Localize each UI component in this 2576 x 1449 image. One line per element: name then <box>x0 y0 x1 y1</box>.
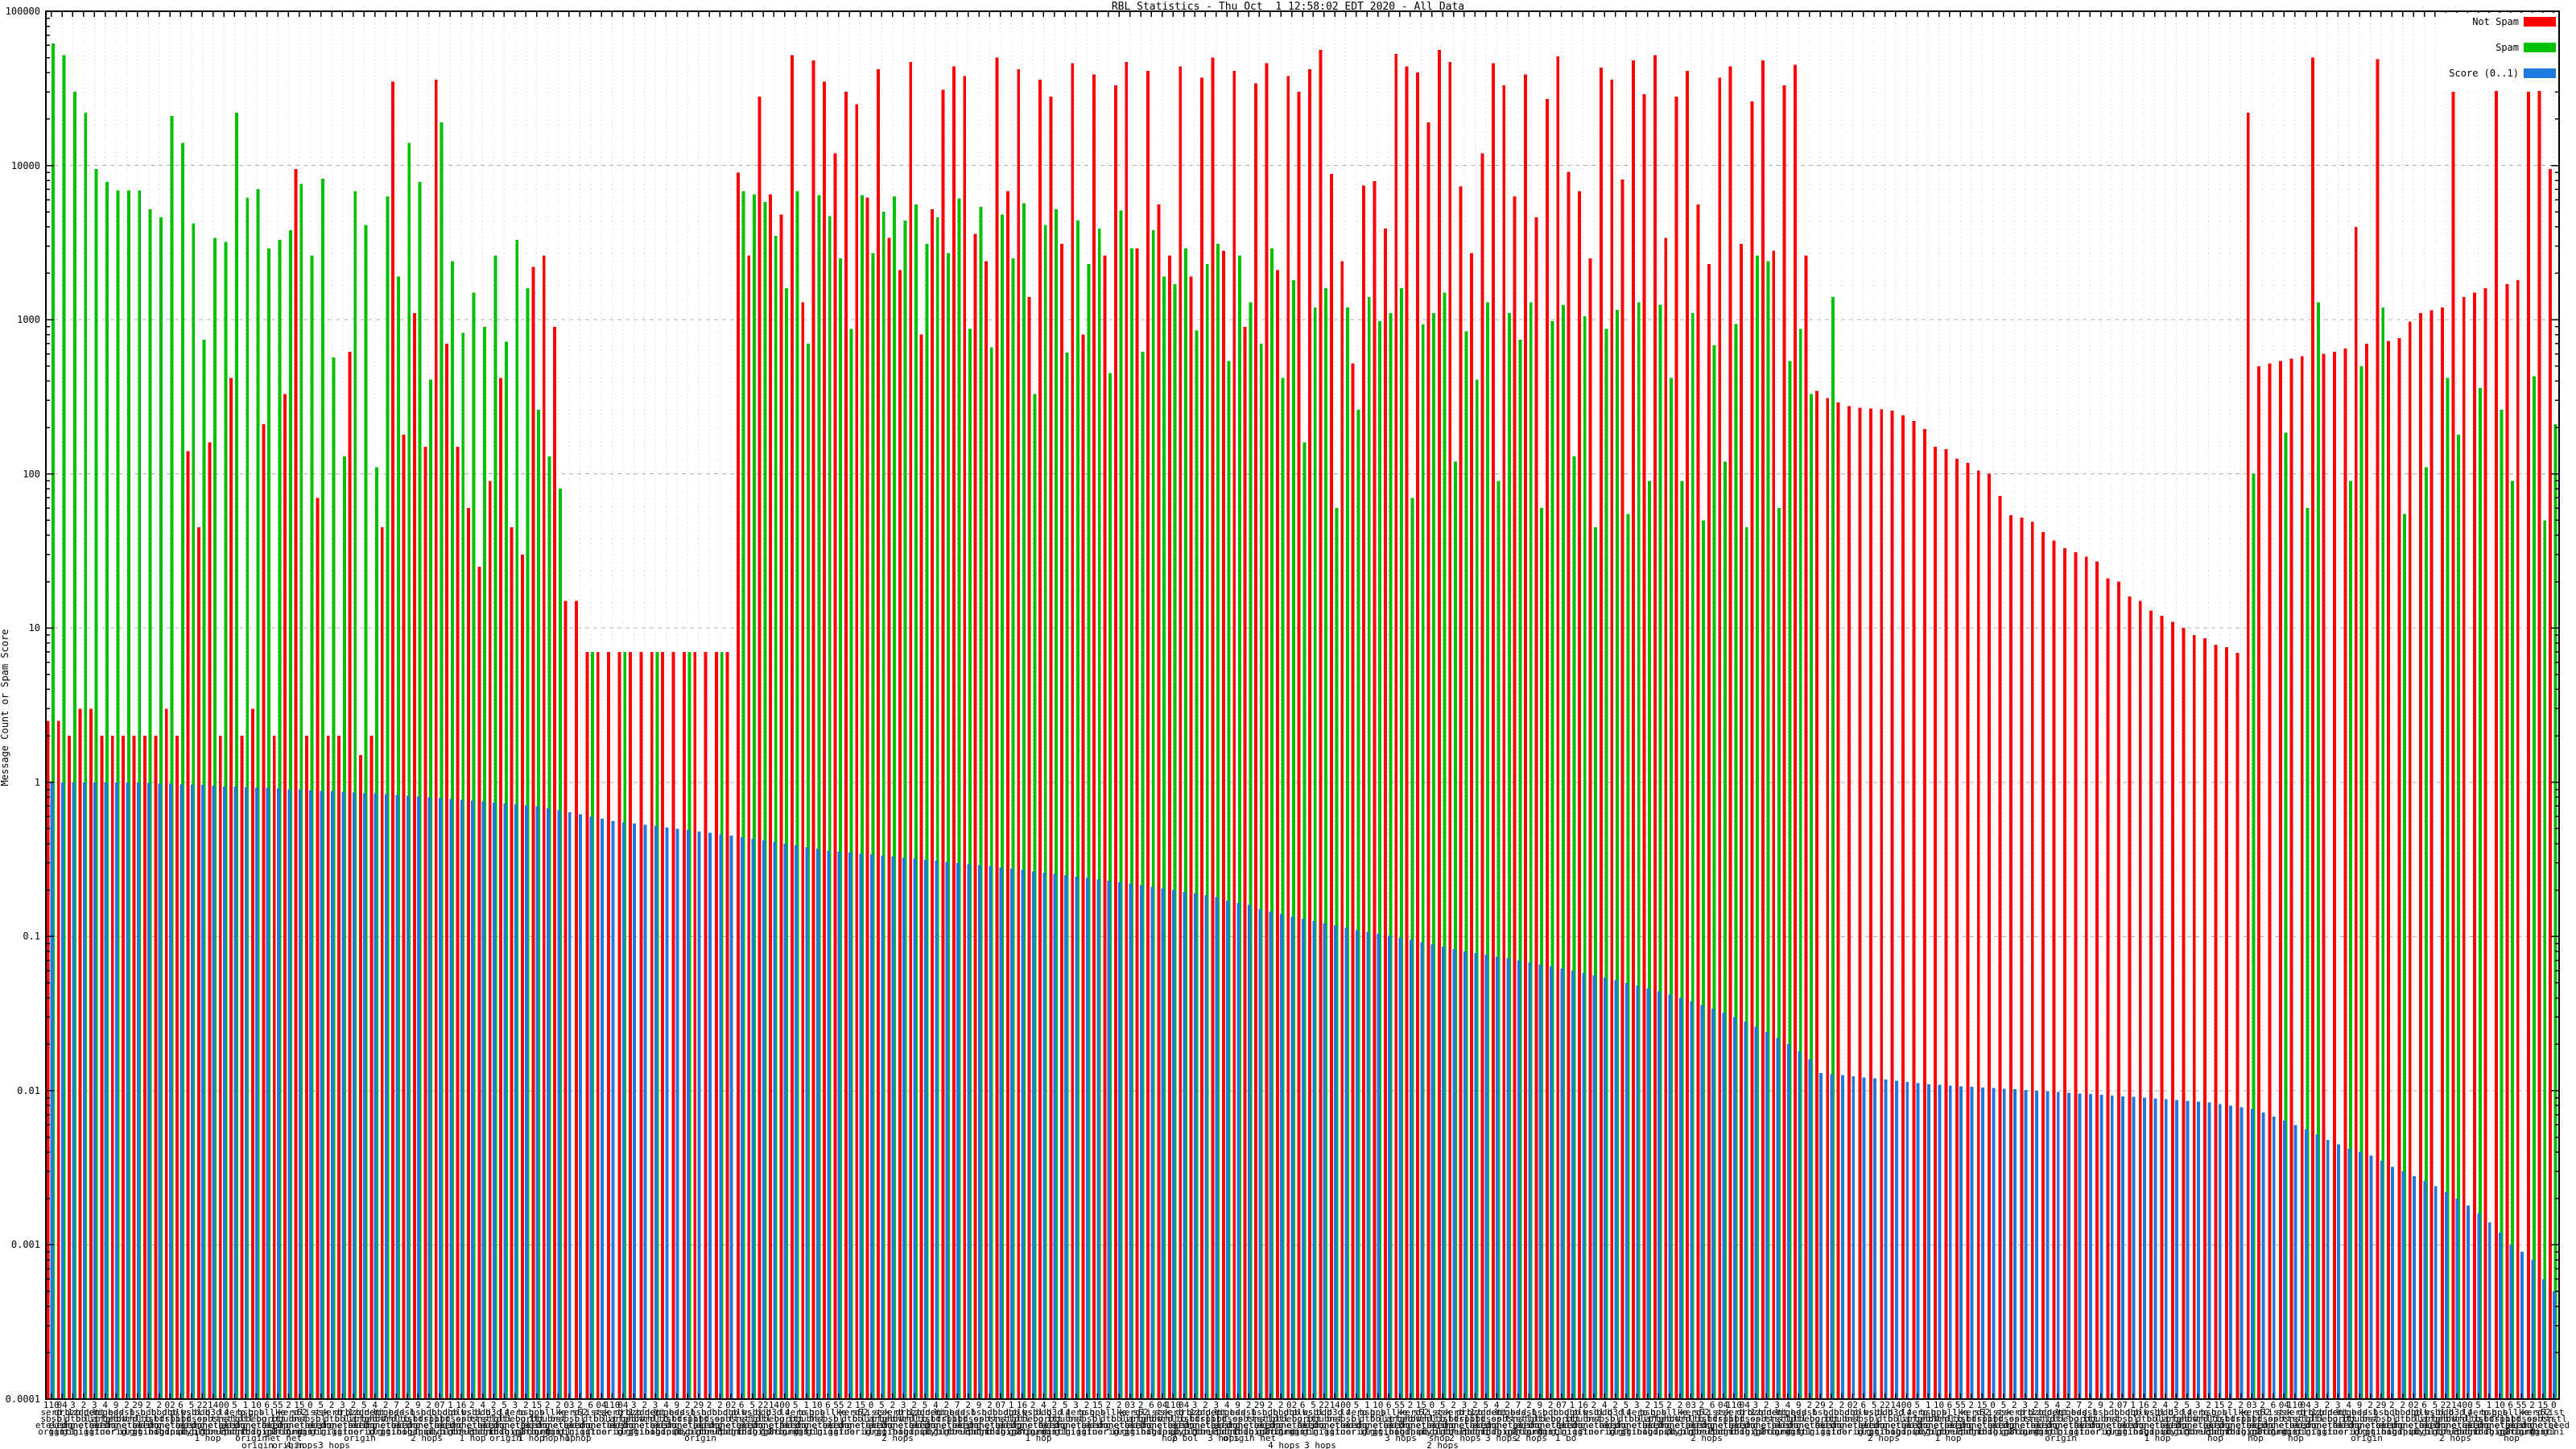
legend-swatch-not-spam <box>2524 17 2556 27</box>
x-label-readable: origin <box>684 1433 716 1443</box>
legend-swatch-score <box>2524 68 2556 78</box>
x-label-readable: 2 hops <box>1449 1433 1481 1443</box>
x-label-readable: 2 hops <box>1515 1433 1547 1443</box>
x-label-readable: 1 hop <box>2144 1433 2171 1443</box>
x-label-readable: 1 hop <box>194 1433 221 1443</box>
x-label-readable: 2 hops <box>411 1433 443 1443</box>
x-label-readable: hop <box>2288 1433 2304 1443</box>
x-label-readable: origin <box>489 1433 522 1443</box>
y-tick-label: 0.1 <box>23 931 40 943</box>
x-label-readable: 2 hops <box>1868 1433 1900 1443</box>
x-label-readable: 3 hops <box>1385 1433 1417 1443</box>
x-label-readable: 2 hops <box>1690 1433 1723 1443</box>
x-label-readable: 1 hop <box>1934 1433 1962 1443</box>
y-tick-label: 100000 <box>5 6 40 17</box>
x-label-readable: origin <box>242 1440 274 1449</box>
x-label-readable: 3 hops <box>1485 1433 1517 1443</box>
x-label-readable: 1 hop <box>518 1433 545 1443</box>
y-axis-label: Message Count or Spam Score <box>0 629 10 786</box>
y-tick-label: 10000 <box>10 159 40 171</box>
legend-swatch-spam <box>2524 43 2556 52</box>
legend-item-score: Score (0..1) <box>2449 68 2556 79</box>
x-label-readable: 1 hop <box>1025 1433 1052 1443</box>
rbl-statistics-chart: RBL Statistics - Thu Oct 1 12:58:02 EDT … <box>0 0 2576 1449</box>
y-tick-label: 1000 <box>17 314 40 326</box>
x-label-readable: 2 hops <box>881 1433 914 1443</box>
legend-label-not-spam: Not Spam <box>2472 16 2519 27</box>
x-label-readable: origin <box>344 1433 376 1443</box>
y-tick-label: 0.01 <box>17 1084 40 1096</box>
y-tick-label: 1 <box>34 776 40 788</box>
x-axis-labels: 110 serd sbsb eteled origi 04 drb bl edirg gintl 3… <box>0 0 2576 1449</box>
x-label-readable: 1 bo <box>1554 1433 1577 1443</box>
legend-label-spam: Spam <box>2496 42 2519 53</box>
x-label-readable: 2 bol <box>1171 1433 1199 1443</box>
x-label-readable: 1 hop <box>459 1433 486 1443</box>
x-label-readable: 2 hops <box>2439 1433 2471 1443</box>
legend-item-not-spam: Not Spam <box>2472 16 2556 27</box>
y-tick-label: 10 <box>28 622 40 634</box>
legend-item-spam: Spam <box>2496 42 2556 53</box>
chart-title: RBL Statistics - Thu Oct 1 12:58:02 EDT … <box>1111 1 1465 13</box>
x-label-readable: hop <box>543 1433 559 1443</box>
legend-label-score: Score (0..1) <box>2449 68 2519 79</box>
x-label-readable: hop <box>2207 1433 2223 1443</box>
y-tick-label: 0.001 <box>10 1239 40 1251</box>
x-label-readable: 4 hops <box>1268 1440 1300 1449</box>
x-label-readable: 1 hop <box>564 1433 592 1443</box>
x-label-readable: hop <box>2504 1433 2520 1443</box>
legend: Not Spam Spam Score (0..1) <box>2445 13 2558 91</box>
x-label-readable: hop <box>2248 1433 2264 1443</box>
x-label-fragment: gini <box>2543 1426 2565 1437</box>
y-tick-label: 0.0001 <box>5 1393 40 1405</box>
y-tick-label: 100 <box>23 468 40 480</box>
x-label-readable: 4 hops <box>286 1440 318 1449</box>
x-label-readable: 3 hops <box>1304 1440 1336 1449</box>
x-label-readable: origin <box>2045 1433 2077 1443</box>
x-label-readable: origin <box>2351 1433 2383 1443</box>
